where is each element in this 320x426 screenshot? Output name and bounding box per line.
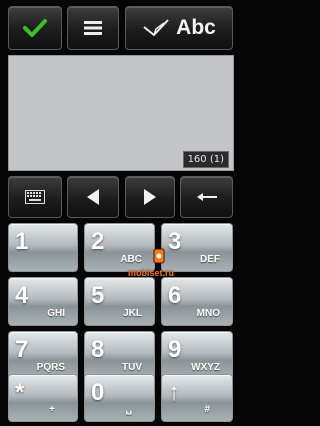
key-digit: ↑ (168, 379, 180, 406)
key-digit: 1 (15, 228, 29, 255)
menu-lines-icon (84, 21, 102, 35)
key-letters: + (49, 404, 55, 415)
key-4[interactable]: 4 GHI (8, 277, 78, 326)
key-7[interactable]: 7 PQRS (8, 331, 78, 380)
key-1[interactable]: 1 (8, 223, 78, 272)
input-mode-button[interactable]: Abc (125, 6, 233, 50)
input-mode-label: Abc (176, 16, 216, 39)
key-digit: 8 (91, 336, 105, 363)
backspace-arrow-icon (196, 193, 217, 201)
key-letters: PQRS (36, 362, 65, 373)
right-arrow-icon (144, 189, 156, 205)
checkmark-icon (23, 19, 47, 37)
key-digit: 5 (91, 282, 105, 309)
key-digit: 0 (91, 379, 105, 406)
key-letters: MNO (196, 308, 220, 319)
key-letters: WXYZ (191, 362, 220, 373)
key-2[interactable]: 2 ABC (84, 223, 155, 272)
key-letters: ␣ (125, 404, 132, 415)
key-3[interactable]: 3 DEF (161, 223, 233, 272)
cursor-right-button[interactable] (125, 176, 175, 218)
character-counter: 160 (1) (182, 151, 229, 168)
confirm-button[interactable] (8, 6, 62, 50)
key-digit: 4 (15, 282, 29, 309)
key-letters: GHI (47, 308, 65, 319)
key-letters: JKL (123, 308, 142, 319)
key-hash[interactable]: ↑ # (161, 374, 233, 422)
key-letters: DEF (200, 254, 220, 265)
key-star[interactable]: * + (8, 374, 78, 422)
key-digit: * (15, 379, 25, 406)
left-arrow-icon (87, 189, 99, 205)
pen-icon (143, 19, 169, 36)
key-digit: 9 (168, 336, 182, 363)
key-9[interactable]: 9 WXYZ (161, 331, 233, 380)
keyboard-icon (25, 190, 45, 204)
key-letters: ABC (120, 254, 142, 265)
backspace-button[interactable] (180, 176, 233, 218)
key-digit: 6 (168, 282, 182, 309)
cursor-left-button[interactable] (67, 176, 119, 218)
menu-button[interactable] (67, 6, 119, 50)
key-letters: TUV (122, 362, 142, 373)
key-digit: 2 (91, 228, 105, 255)
key-digit: 3 (168, 228, 182, 255)
message-text-area[interactable]: 160 (1) (8, 55, 234, 171)
key-digit: 7 (15, 336, 29, 363)
keyboard-button[interactable] (8, 176, 62, 218)
key-5[interactable]: 5 JKL (84, 277, 155, 326)
key-8[interactable]: 8 TUV (84, 331, 155, 380)
watermark-text: mobiset.ru (128, 268, 175, 278)
key-0[interactable]: 0 ␣ (84, 374, 155, 422)
key-letters: # (204, 404, 210, 415)
key-6[interactable]: 6 MNO (161, 277, 233, 326)
